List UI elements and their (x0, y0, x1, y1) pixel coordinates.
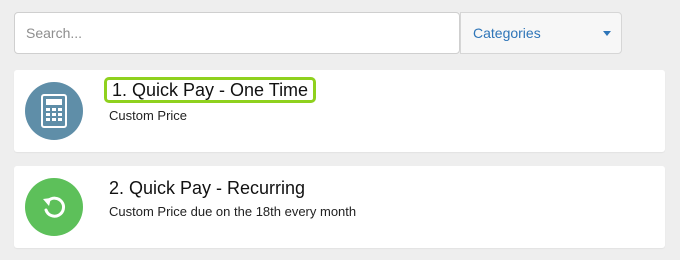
categories-dropdown[interactable]: Categories (460, 12, 622, 54)
categories-dropdown-label: Categories (473, 25, 541, 41)
item-title[interactable]: 1. Quick Pay - One Time (104, 77, 317, 103)
item-title[interactable]: 2. Quick Pay - Recurring (109, 177, 305, 199)
list-item[interactable]: 2. Quick Pay - Recurring Custom Price du… (14, 166, 665, 248)
list-item[interactable]: 1. Quick Pay - One Time Custom Price (14, 70, 665, 152)
search-input[interactable] (14, 12, 460, 54)
chevron-down-icon (603, 30, 611, 36)
calculator-icon (25, 82, 83, 140)
item-subtitle: Custom Price (109, 108, 188, 123)
item-subtitle: Custom Price due on the 18th every month (109, 204, 357, 219)
recurring-arrow-icon (25, 178, 83, 236)
